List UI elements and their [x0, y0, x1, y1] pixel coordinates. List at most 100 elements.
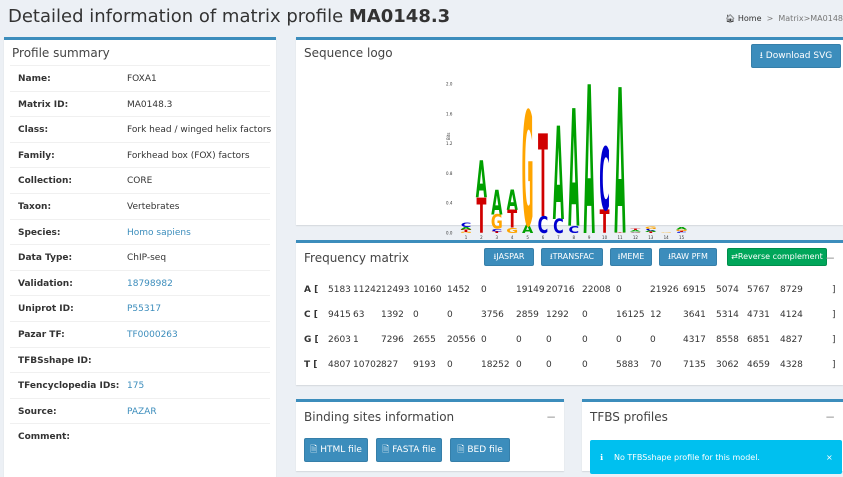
matrix-row-close: ]	[832, 310, 836, 320]
html-file-button[interactable]: 🗎︎ HTML file	[304, 438, 368, 462]
summary-value[interactable]: P55317	[127, 304, 161, 314]
summary-value: Fork head / winged helix factors	[127, 125, 272, 136]
breadcrumb: 🏠︎ Home > Matrix>MA0148	[725, 14, 843, 23]
info-icon: ℹ	[600, 453, 604, 462]
sequence-logo-title: Sequence logo	[304, 46, 393, 60]
matrix-cell: 0	[481, 335, 487, 345]
bed-file-button[interactable]: 🗎︎ BED file	[450, 438, 510, 462]
summary-value: CORE	[127, 176, 153, 187]
matrix-cell: 63	[353, 310, 365, 320]
collapse-icon[interactable]: −	[825, 410, 835, 424]
y-tick-label: 1.6	[446, 111, 453, 116]
logo-letter-g: G	[645, 226, 657, 230]
breadcrumb-matrix[interactable]: Matrix	[778, 14, 803, 23]
summary-key: Pazar TF:	[18, 330, 65, 340]
summary-key: Family:	[18, 150, 55, 161]
frequency-matrix-title: Frequency matrix	[304, 251, 409, 265]
summary-value[interactable]: Homo sapiens	[127, 228, 191, 238]
summary-key: Source:	[18, 406, 57, 417]
y-tick-label: 0.8	[446, 171, 453, 176]
no-profile-alert: ℹ No TFBSshape profile for this model. ×	[590, 440, 842, 474]
summary-value[interactable]: 18798982	[127, 279, 173, 289]
matrix-cell: 11242	[353, 285, 382, 295]
file-icon: 🗎︎	[457, 445, 465, 455]
collapse-icon[interactable]: −	[546, 410, 556, 424]
y-tick-label: 2.0	[446, 82, 453, 87]
matrix-cell: 18252	[481, 360, 510, 370]
summary-row: Comment:	[10, 423, 270, 449]
matrix-cell: 0	[481, 285, 487, 295]
logo-letter-a: A	[614, 80, 625, 252]
logo-letter-c: C	[599, 129, 610, 231]
summary-value[interactable]: PAZAR	[127, 407, 157, 417]
close-icon[interactable]: ×	[826, 453, 833, 462]
summary-row: Collection: CORE	[10, 167, 270, 193]
matrix-cell: 0	[447, 360, 453, 370]
page-header: Detailed information of matrix profile M…	[0, 0, 843, 36]
matrix-cell: 1	[353, 335, 359, 345]
matrix-row-close: ]	[832, 285, 836, 295]
matrix-cell: 1452	[447, 285, 470, 295]
swap-icon: ⇄	[731, 252, 738, 261]
matrix-cell: 70	[650, 360, 662, 370]
tfbs-profiles-title: TFBS profiles	[590, 410, 668, 424]
summary-row: TFBSshape ID:	[10, 346, 270, 373]
file-icon: 🗎︎	[382, 445, 390, 455]
matrix-cell: 0	[582, 310, 588, 320]
transfac-download-button[interactable]: ⭳TRANSFAC	[541, 248, 603, 266]
summary-row: TFencyclopedia IDs: 175	[10, 372, 270, 398]
matrix-row-close: ]	[832, 335, 836, 345]
download-svg-button[interactable]: ⭳ Download SVG	[751, 44, 841, 68]
summary-key: Uniprot ID:	[18, 304, 74, 315]
collapse-icon[interactable]: −	[825, 251, 835, 265]
matrix-cell: 7135	[683, 360, 706, 370]
tfbs-profiles-box: TFBS profiles − ℹ No TFBSshape profile f…	[582, 399, 843, 474]
matrix-cell: 8558	[716, 335, 739, 345]
summary-key: Matrix ID:	[18, 99, 69, 110]
binding-sites-box: Binding sites information − 🗎︎ HTML file…	[296, 399, 564, 471]
summary-key: Name:	[18, 74, 51, 84]
matrix-cell: 4659	[747, 360, 770, 370]
y-tick-label: 0.4	[446, 201, 453, 206]
summary-key: Species:	[18, 227, 61, 238]
matrix-cell: 9415	[328, 310, 351, 320]
file-icon: 🗎︎	[310, 445, 318, 455]
fasta-file-button[interactable]: 🗎︎ FASTA file	[376, 438, 442, 462]
matrix-cell: 22008	[582, 285, 611, 295]
profile-summary-box: Profile summary Name: FOXA1 Matrix ID: MA01…	[4, 37, 276, 477]
summary-key: Data Type:	[18, 253, 73, 264]
matrix-cell: 2655	[413, 335, 436, 345]
summary-value[interactable]: 175	[127, 381, 144, 391]
matrix-cell: 0	[616, 335, 622, 345]
matrix-cell: 827	[381, 360, 399, 370]
summary-key: Collection:	[18, 176, 72, 187]
sequence-logo-chart: 2.01.61.20.80.40.0BitsGTAC1 TA2TCGA3GTA4A…	[446, 80, 688, 252]
matrix-cell: 4731	[747, 310, 770, 320]
summary-row: Validation: 18798982	[10, 269, 270, 296]
summary-value: Forkhead box (FOX) factors	[127, 150, 250, 161]
matrix-cell: 4124	[780, 310, 803, 320]
meme-download-button[interactable]: ⭳MEME	[610, 248, 652, 266]
jaspar-download-button[interactable]: ⭳JASPAR	[484, 248, 534, 266]
breadcrumb-home[interactable]: Home	[738, 14, 762, 23]
matrix-cell: 1292	[546, 310, 569, 320]
matrix-row-label: G [	[304, 335, 319, 345]
matrix-cell: 12	[650, 310, 662, 320]
raw-pfm-download-button[interactable]: ⭳RAW PFM	[659, 248, 717, 266]
summary-row: Name: FOXA1	[10, 65, 270, 91]
summary-value[interactable]: TF0000263	[127, 330, 178, 340]
logo-letter-a: A	[476, 150, 487, 210]
profile-summary-title: Profile summary	[12, 46, 110, 60]
matrix-row-label: T [	[304, 360, 318, 370]
logo-letter-a: A	[507, 184, 519, 217]
summary-row: Taxon: Vertebrates	[10, 193, 270, 219]
summary-row: Source: PAZAR	[10, 397, 270, 424]
matrix-cell: 12493	[381, 285, 410, 295]
matrix-cell: 20716	[546, 285, 575, 295]
matrix-cell: 9193	[413, 360, 436, 370]
alert-message: No TFBSshape profile for this model.	[614, 453, 760, 462]
matrix-row-label: A [	[304, 285, 319, 295]
reverse-complement-button[interactable]: ⇄Reverse complement	[727, 248, 827, 266]
home-icon: 🏠︎	[725, 14, 736, 23]
matrix-cell: 5314	[716, 310, 739, 320]
